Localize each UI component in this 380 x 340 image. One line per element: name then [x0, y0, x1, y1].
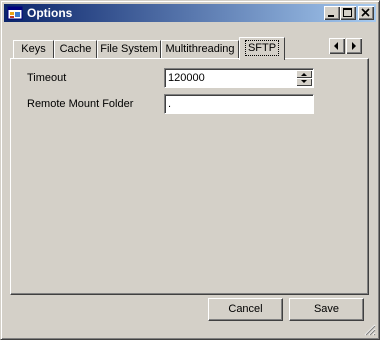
maximize-icon — [343, 8, 352, 17]
maximize-button[interactable] — [340, 6, 356, 20]
tab-multithreading[interactable]: Multithreading — [161, 40, 239, 58]
tab-sftp[interactable]: SFTP — [239, 37, 285, 60]
tab-keys[interactable]: Keys — [13, 40, 54, 58]
timeout-spin-down-button[interactable] — [296, 78, 312, 86]
timeout-spin-up-button[interactable] — [296, 70, 312, 78]
cancel-button[interactable]: Cancel — [208, 298, 283, 321]
tab-scroll-left-button[interactable] — [329, 38, 345, 54]
tab-label: Multithreading — [165, 43, 235, 55]
timeout-value: 120000 — [168, 72, 205, 84]
minimize-button[interactable] — [324, 6, 340, 20]
tab-label: File System — [100, 43, 158, 55]
tab-scroll-right-button[interactable] — [346, 38, 362, 54]
timeout-label: Timeout — [27, 72, 67, 84]
arrow-right-icon — [352, 42, 356, 50]
minimize-icon — [328, 15, 334, 17]
close-icon — [361, 8, 370, 17]
remote-mount-folder-field[interactable]: . — [164, 94, 314, 114]
tab-file-system[interactable]: File System — [97, 40, 161, 58]
remote-mount-folder-label: Remote Mount Folder — [27, 98, 134, 110]
sftp-tab-page: Timeout 120000 Remote Mount Folder . — [10, 58, 369, 295]
close-button[interactable] — [358, 6, 374, 20]
options-window: Options Keys Cache File System Multithre… — [0, 0, 380, 340]
tab-cache[interactable]: Cache — [54, 40, 97, 58]
save-button[interactable]: Save — [289, 298, 364, 321]
tab-label: Keys — [21, 43, 46, 55]
tab-label: SFTP — [244, 40, 280, 56]
title-bar[interactable]: Options — [4, 4, 376, 22]
tab-label: Cache — [59, 43, 92, 55]
save-button-label: Save — [313, 303, 340, 315]
timeout-field[interactable]: 120000 — [164, 68, 314, 88]
window-title: Options — [27, 6, 73, 20]
arrow-left-icon — [334, 42, 338, 50]
spin-up-icon — [301, 73, 307, 76]
cancel-button-label: Cancel — [228, 303, 263, 315]
resize-grip-icon[interactable] — [364, 324, 376, 336]
spin-down-icon — [301, 80, 307, 83]
remote-mount-folder-value: . — [168, 98, 172, 110]
app-window-icon — [7, 5, 23, 21]
